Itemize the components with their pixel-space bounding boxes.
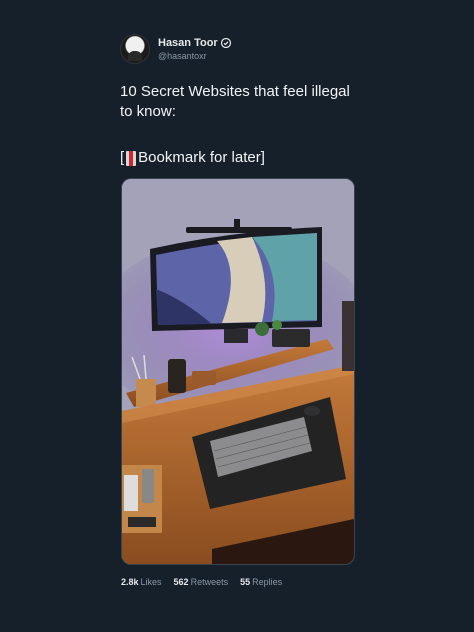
likes-count: 2.8k xyxy=(121,577,139,587)
bookmark-line: [ Bookmark for later] xyxy=(120,148,265,168)
verified-badge-icon xyxy=(220,38,231,48)
retweets-count: 562 xyxy=(173,577,189,587)
replies-count: 55 xyxy=(240,577,251,587)
tweet-stats: 2.8k Likes 562 Retweets 55 Replies xyxy=(121,577,282,587)
bookmark-icon xyxy=(126,150,137,166)
retweets-label: Retweets xyxy=(190,577,229,587)
author-handle[interactable]: @hasantoxr xyxy=(158,51,231,61)
tweet-header: Hasan Toor @hasantoxr xyxy=(120,34,231,64)
tweet-photo[interactable] xyxy=(121,178,355,565)
bookmark-text: Bookmark for later] xyxy=(138,149,265,166)
avatar[interactable] xyxy=(120,34,150,64)
tweet-text: 10 Secret Websites that feel illegal to … xyxy=(120,83,350,120)
author-info: Hasan Toor @hasantoxr xyxy=(158,37,231,61)
likes-label: Likes xyxy=(140,577,162,587)
retweets-stat[interactable]: 562 Retweets xyxy=(174,577,229,587)
replies-label: Replies xyxy=(252,577,283,587)
desk-setup-photo xyxy=(122,179,354,564)
name-row: Hasan Toor xyxy=(158,37,231,49)
likes-stat[interactable]: 2.8k Likes xyxy=(121,577,162,587)
author-name[interactable]: Hasan Toor xyxy=(158,37,218,49)
replies-stat[interactable]: 55 Replies xyxy=(240,577,282,587)
bookmark-prefix: [ xyxy=(120,149,125,166)
